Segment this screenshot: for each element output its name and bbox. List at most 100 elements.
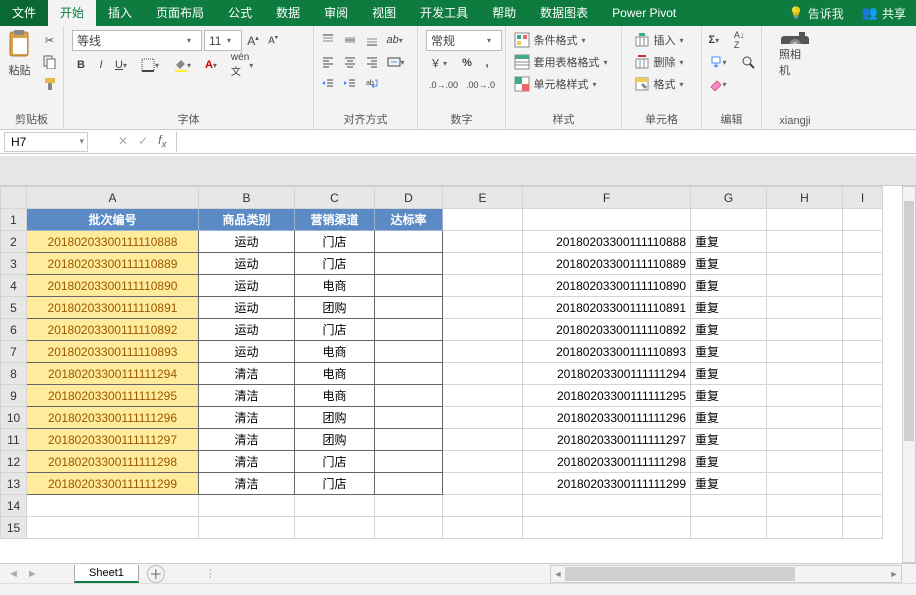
cell-G5[interactable]: 重复 (691, 297, 767, 319)
cancel-icon[interactable]: ✕ (118, 134, 128, 148)
cell-C4[interactable]: 电商 (295, 275, 375, 297)
cell-F12[interactable]: 20180203300111111298 (523, 451, 691, 473)
cell-D15[interactable] (375, 517, 443, 539)
cell-C3[interactable]: 门店 (295, 253, 375, 275)
cell-E12[interactable] (443, 451, 523, 473)
cell-G7[interactable]: 重复 (691, 341, 767, 363)
cell-G6[interactable]: 重复 (691, 319, 767, 341)
paste-button[interactable]: 粘贴 (4, 30, 36, 78)
decrease-decimal-button[interactable]: .00→.0 (463, 75, 498, 95)
cell-D2[interactable] (375, 231, 443, 253)
cell-C13[interactable]: 门店 (295, 473, 375, 495)
cell-C11[interactable]: 团购 (295, 429, 375, 451)
tab-datachart[interactable]: 数据图表 (528, 0, 600, 26)
cell-I15[interactable] (843, 517, 883, 539)
cell-A15[interactable] (27, 517, 199, 539)
cell-G4[interactable]: 重复 (691, 275, 767, 297)
row-header-12[interactable]: 12 (1, 451, 27, 473)
cell-C9[interactable]: 电商 (295, 385, 375, 407)
tab-page-layout[interactable]: 页面布局 (144, 0, 216, 26)
cell-B3[interactable]: 运动 (199, 253, 295, 275)
cell-F3[interactable]: 20180203300111110889 (523, 253, 691, 275)
cell-A9[interactable]: 20180203300111111295 (27, 385, 199, 407)
copy-button[interactable] (40, 52, 60, 72)
cell-I8[interactable] (843, 363, 883, 385)
cell-B1[interactable]: 商品类别 (199, 209, 295, 231)
cell-I2[interactable] (843, 231, 883, 253)
find-button[interactable] (738, 52, 758, 72)
row-header-6[interactable]: 6 (1, 319, 27, 341)
cell-A5[interactable]: 20180203300111110891 (27, 297, 199, 319)
align-center-button[interactable] (340, 52, 360, 72)
cell-E13[interactable] (443, 473, 523, 495)
cell-B12[interactable]: 清洁 (199, 451, 295, 473)
cell-H15[interactable] (767, 517, 843, 539)
cell-A14[interactable] (27, 495, 199, 517)
cell-D5[interactable] (375, 297, 443, 319)
cell-I5[interactable] (843, 297, 883, 319)
hscroll-right[interactable]: ► (887, 569, 901, 579)
cell-A6[interactable]: 20180203300111110892 (27, 319, 199, 341)
italic-button[interactable]: I (92, 55, 110, 75)
tab-nav-prev[interactable]: ◄ (8, 568, 19, 580)
cell-C1[interactable]: 营销渠道 (295, 209, 375, 231)
cell-H8[interactable] (767, 363, 843, 385)
tab-view[interactable]: 视图 (360, 0, 408, 26)
cell-B15[interactable] (199, 517, 295, 539)
bold-button[interactable]: B (72, 55, 90, 75)
increase-decimal-button[interactable]: .0→.00 (426, 75, 461, 95)
cell-C8[interactable]: 电商 (295, 363, 375, 385)
cell-A3[interactable]: 20180203300111110889 (27, 253, 199, 275)
cell-I14[interactable] (843, 495, 883, 517)
row-header-2[interactable]: 2 (1, 231, 27, 253)
cell-B2[interactable]: 运动 (199, 231, 295, 253)
cell-H7[interactable] (767, 341, 843, 363)
border-button[interactable]: ▾ (138, 55, 168, 75)
cell-H12[interactable] (767, 451, 843, 473)
col-header-F[interactable]: F (523, 187, 691, 209)
cell-E8[interactable] (443, 363, 523, 385)
comma-button[interactable]: , (478, 53, 496, 73)
cell-F13[interactable]: 20180203300111111299 (523, 473, 691, 495)
percent-button[interactable]: % (458, 53, 476, 73)
tab-home[interactable]: 开始 (48, 0, 96, 26)
cell-F6[interactable]: 20180203300111110892 (523, 319, 691, 341)
cell-C14[interactable] (295, 495, 375, 517)
cell-I11[interactable] (843, 429, 883, 451)
cell-H5[interactable] (767, 297, 843, 319)
cell-A10[interactable]: 20180203300111111296 (27, 407, 199, 429)
cell-C10[interactable]: 团购 (295, 407, 375, 429)
align-right-button[interactable] (362, 52, 382, 72)
decrease-font-button[interactable]: A▾ (264, 31, 282, 51)
cell-I12[interactable] (843, 451, 883, 473)
cell-G13[interactable]: 重复 (691, 473, 767, 495)
row-header-5[interactable]: 5 (1, 297, 27, 319)
align-middle-button[interactable] (340, 30, 360, 50)
tab-devtools[interactable]: 开发工具 (408, 0, 480, 26)
align-bottom-button[interactable] (362, 30, 382, 50)
col-header-D[interactable]: D (375, 187, 443, 209)
cell-H11[interactable] (767, 429, 843, 451)
tab-nav-next[interactable]: ► (27, 568, 38, 580)
col-header-C[interactable]: C (295, 187, 375, 209)
number-format-dropdown[interactable]: 常规▾ (426, 30, 502, 51)
format-table-button[interactable]: 套用表格格式▾ (511, 52, 617, 72)
vscroll-thumb[interactable] (904, 201, 914, 441)
cell-F8[interactable]: 20180203300111111294 (523, 363, 691, 385)
cell-G1[interactable] (691, 209, 767, 231)
cell-I6[interactable] (843, 319, 883, 341)
cell-F15[interactable] (523, 517, 691, 539)
row-header-8[interactable]: 8 (1, 363, 27, 385)
formula-input[interactable] (176, 132, 916, 152)
col-header-I[interactable]: I (843, 187, 883, 209)
cell-D14[interactable] (375, 495, 443, 517)
cell-E2[interactable] (443, 231, 523, 253)
cell-I10[interactable] (843, 407, 883, 429)
tab-data[interactable]: 数据 (264, 0, 312, 26)
row-header-3[interactable]: 3 (1, 253, 27, 275)
cell-I13[interactable] (843, 473, 883, 495)
cell-B4[interactable]: 运动 (199, 275, 295, 297)
col-header-G[interactable]: G (691, 187, 767, 209)
cell-D1[interactable]: 达标率 (375, 209, 443, 231)
select-all-corner[interactable] (1, 187, 27, 209)
